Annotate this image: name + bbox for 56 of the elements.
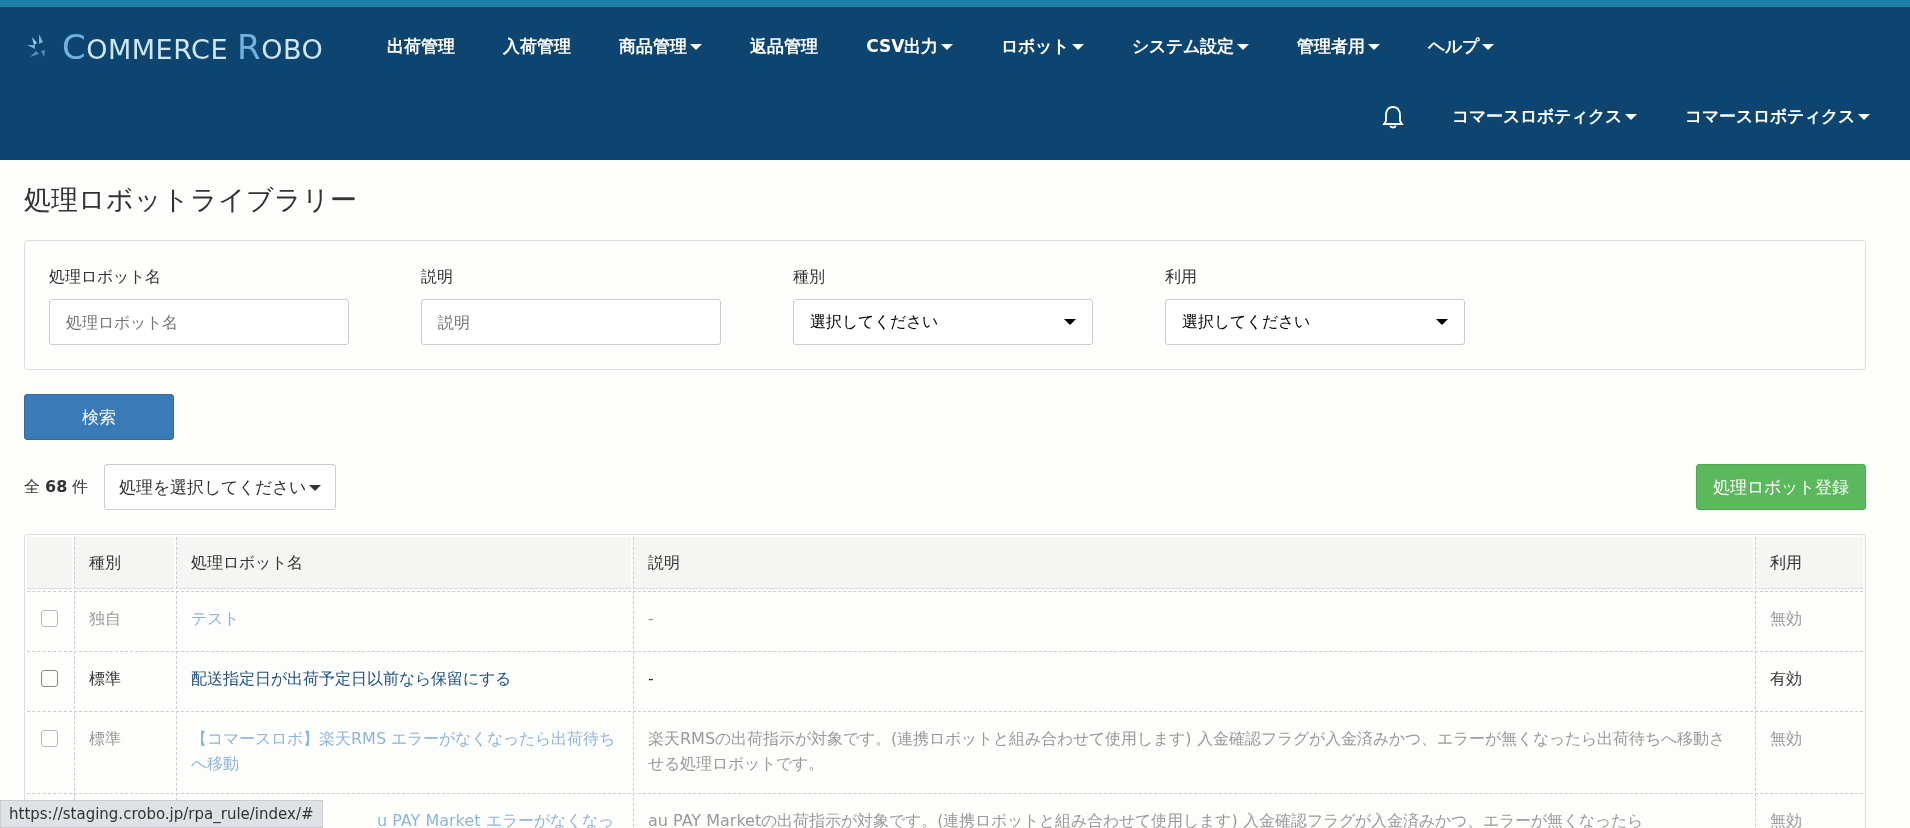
nav-menu-item[interactable]: ロボット bbox=[1001, 34, 1085, 60]
link-url-tooltip: https://staging.crobo.jp/rpa_rule/index/# bbox=[0, 799, 323, 828]
type-text: 標準 bbox=[89, 728, 121, 748]
search-button[interactable]: 検索 bbox=[24, 394, 174, 441]
usage-status: 有効 bbox=[1770, 669, 1802, 688]
description-text: - bbox=[648, 609, 654, 629]
description-text: - bbox=[648, 669, 654, 688]
caret-icon bbox=[1625, 114, 1637, 121]
field-label: 利用 bbox=[1165, 266, 1198, 289]
nav-menu-item[interactable]: 返品管理 bbox=[750, 34, 819, 60]
description-text: 楽天RMSの出荷指示が対象です。(連携ロボットと組み合わせて使用します) 入金確認フラグが入金済みかつ、エラーが無くなったら出荷待ちへ移動させる処理ロボットです。 bbox=[648, 728, 1725, 774]
caret-icon bbox=[1858, 114, 1870, 121]
column-header: 説明 bbox=[633, 537, 1753, 590]
page-title: 処理ロボットライブラリー bbox=[24, 184, 358, 217]
total-count: 全 68 件 bbox=[24, 476, 89, 499]
action-dropdown[interactable]: 処理を選択してください bbox=[104, 464, 337, 511]
caret-icon bbox=[1237, 44, 1250, 51]
caret-icon bbox=[1064, 319, 1076, 326]
column-header: 種別 bbox=[74, 537, 174, 590]
caret-icon bbox=[1482, 44, 1495, 51]
field-label: 説明 bbox=[421, 266, 454, 289]
select-field[interactable]: 選択してください bbox=[793, 299, 1093, 346]
usage-status: 無効 bbox=[1770, 728, 1802, 748]
usage-status: 無効 bbox=[1770, 810, 1802, 828]
row-checkbox[interactable] bbox=[41, 670, 58, 687]
caret-icon bbox=[690, 44, 703, 51]
row-checkbox[interactable] bbox=[41, 610, 58, 628]
user-menu[interactable]: コマースロボティクス bbox=[1452, 104, 1637, 130]
select-field[interactable]: 選択してください bbox=[1165, 299, 1465, 346]
column-header: 利用 bbox=[1755, 537, 1863, 590]
text-field[interactable]: 処理ロボット名 bbox=[49, 299, 349, 346]
description-text: au PAY Marketの出荷指示が対象です。(連携ロボットと組み合わせて使用します) 入金確認フラグが入金済みかつ、エラーが無くなったら bbox=[648, 810, 1643, 828]
nav-menu-item[interactable]: 管理者用 bbox=[1297, 34, 1381, 60]
nav-menu-item[interactable]: CSV出力 bbox=[866, 34, 954, 60]
row-checkbox[interactable] bbox=[41, 729, 58, 747]
robot-name-link[interactable]: 配送指定日が出荷予定日以前なら保留にする bbox=[191, 666, 617, 692]
nav-menu-item[interactable]: 商品管理 bbox=[619, 34, 703, 60]
brand-name: COMMERCE ROBO bbox=[62, 25, 324, 69]
bell-icon[interactable] bbox=[1382, 105, 1404, 129]
nav-menu-item[interactable]: 入荷管理 bbox=[503, 34, 572, 60]
column-header: 処理ロボット名 bbox=[176, 537, 631, 590]
field-label: 種別 bbox=[793, 266, 826, 289]
nav-menu-item[interactable]: ヘルプ bbox=[1428, 34, 1495, 60]
caret-icon bbox=[1436, 319, 1448, 326]
nav-menu-item[interactable]: 出荷管理 bbox=[387, 34, 456, 60]
user-menu[interactable]: コマースロボティクス bbox=[1685, 104, 1870, 130]
nav-menu-item[interactable]: システム設定 bbox=[1132, 34, 1250, 60]
caret-icon bbox=[941, 44, 954, 51]
usage-status: 無効 bbox=[1770, 609, 1802, 629]
text-field[interactable]: 説明 bbox=[421, 299, 721, 346]
type-text: 標準 bbox=[89, 669, 121, 688]
type-text: 独自 bbox=[89, 609, 121, 629]
field-label: 処理ロボット名 bbox=[49, 266, 162, 289]
caret-icon bbox=[309, 484, 322, 491]
caret-icon bbox=[1072, 44, 1085, 51]
caret-icon bbox=[1368, 44, 1381, 51]
